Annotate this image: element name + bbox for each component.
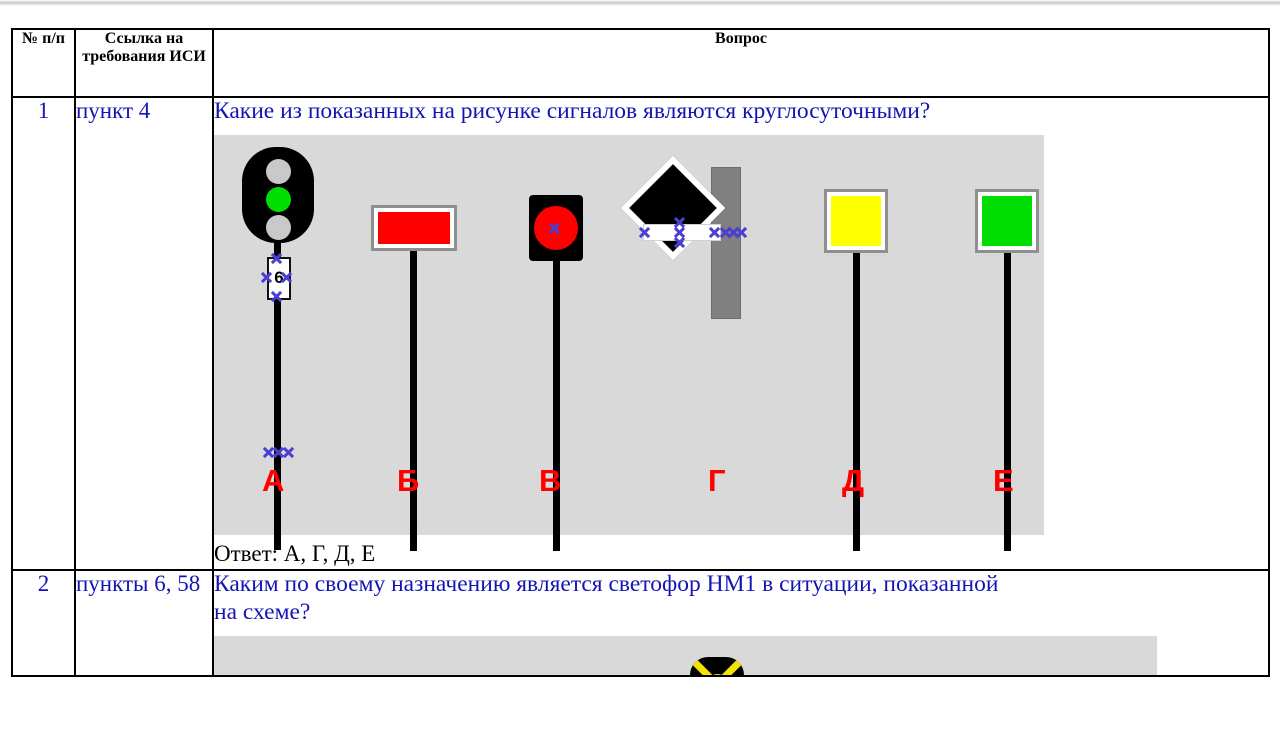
header-reference: Ссылка на требования ИСИ xyxy=(74,28,214,98)
header-number: № п/п xyxy=(11,28,76,98)
scheme-figure xyxy=(214,636,1157,676)
signal-b-board-face xyxy=(378,212,450,245)
signal-e-pole xyxy=(1004,253,1011,552)
window-top-strip xyxy=(0,0,1280,6)
row-reference: пункт 4 xyxy=(74,95,214,572)
signal-g-gray-post xyxy=(711,167,741,320)
signal-b-board xyxy=(371,205,457,252)
row-number: 1 xyxy=(11,95,76,572)
signal-d-board xyxy=(824,189,888,254)
header-question: Вопрос xyxy=(212,28,1270,98)
signal-v-red-disc xyxy=(534,206,578,251)
signal-g-label: Г xyxy=(708,463,726,499)
document-body: № п/п Ссылка на требования ИСИ Вопрос 1 … xyxy=(11,28,1270,678)
row-question-cell: Каким по своему назначению является свет… xyxy=(212,569,1270,678)
signal-a-lamp-bottom xyxy=(266,215,291,241)
table-row: 1 пункт 4 Какие из показанных на рисунке… xyxy=(11,95,1270,572)
signal-g-diamond xyxy=(620,156,726,261)
question-text: Какие из показанных на рисунке сигналов … xyxy=(214,98,931,124)
signal-b-label: Б xyxy=(397,463,420,499)
table-row: 2 пункты 6, 58 Каким по своему назначени… xyxy=(11,569,1270,678)
signal-x-head[interactable] xyxy=(690,657,744,676)
signal-d-label: Д xyxy=(842,463,865,499)
answer-text: Ответ: А, Г, Д, Е xyxy=(214,541,376,567)
signal-v-head xyxy=(529,195,583,262)
signal-a-number-plate: 6 xyxy=(267,257,291,301)
questions-table: № п/п Ссылка на требования ИСИ Вопрос 1 … xyxy=(11,28,1270,678)
signal-a-head xyxy=(242,147,314,244)
signal-b-pole xyxy=(410,251,417,552)
row-reference: пункты 6, 58 xyxy=(74,569,214,678)
selection-handle[interactable] xyxy=(282,446,295,459)
signal-v-label: В xyxy=(539,463,562,499)
signal-e-board xyxy=(975,189,1039,254)
signal-d-pole xyxy=(853,253,860,552)
table-header-row: № п/п Ссылка на требования ИСИ Вопрос xyxy=(11,28,1270,98)
signal-e-label: Е xyxy=(993,463,1014,499)
row-question-cell: Какие из показанных на рисунке сигналов … xyxy=(212,95,1270,572)
signal-a-label: А xyxy=(262,463,285,499)
signals-figure: 6 А Б В Г Д Е xyxy=(214,135,1044,552)
signal-d-board-face xyxy=(831,196,881,247)
signal-v-pole xyxy=(553,261,560,552)
signal-a-lamp-middle xyxy=(266,187,291,213)
signal-e-board-face xyxy=(982,196,1032,247)
signal-a-lamp-top xyxy=(266,159,291,185)
row-number: 2 xyxy=(11,569,76,678)
question-text: Каким по своему назначению является свет… xyxy=(214,571,999,625)
signal-g-white-bar xyxy=(643,224,721,242)
